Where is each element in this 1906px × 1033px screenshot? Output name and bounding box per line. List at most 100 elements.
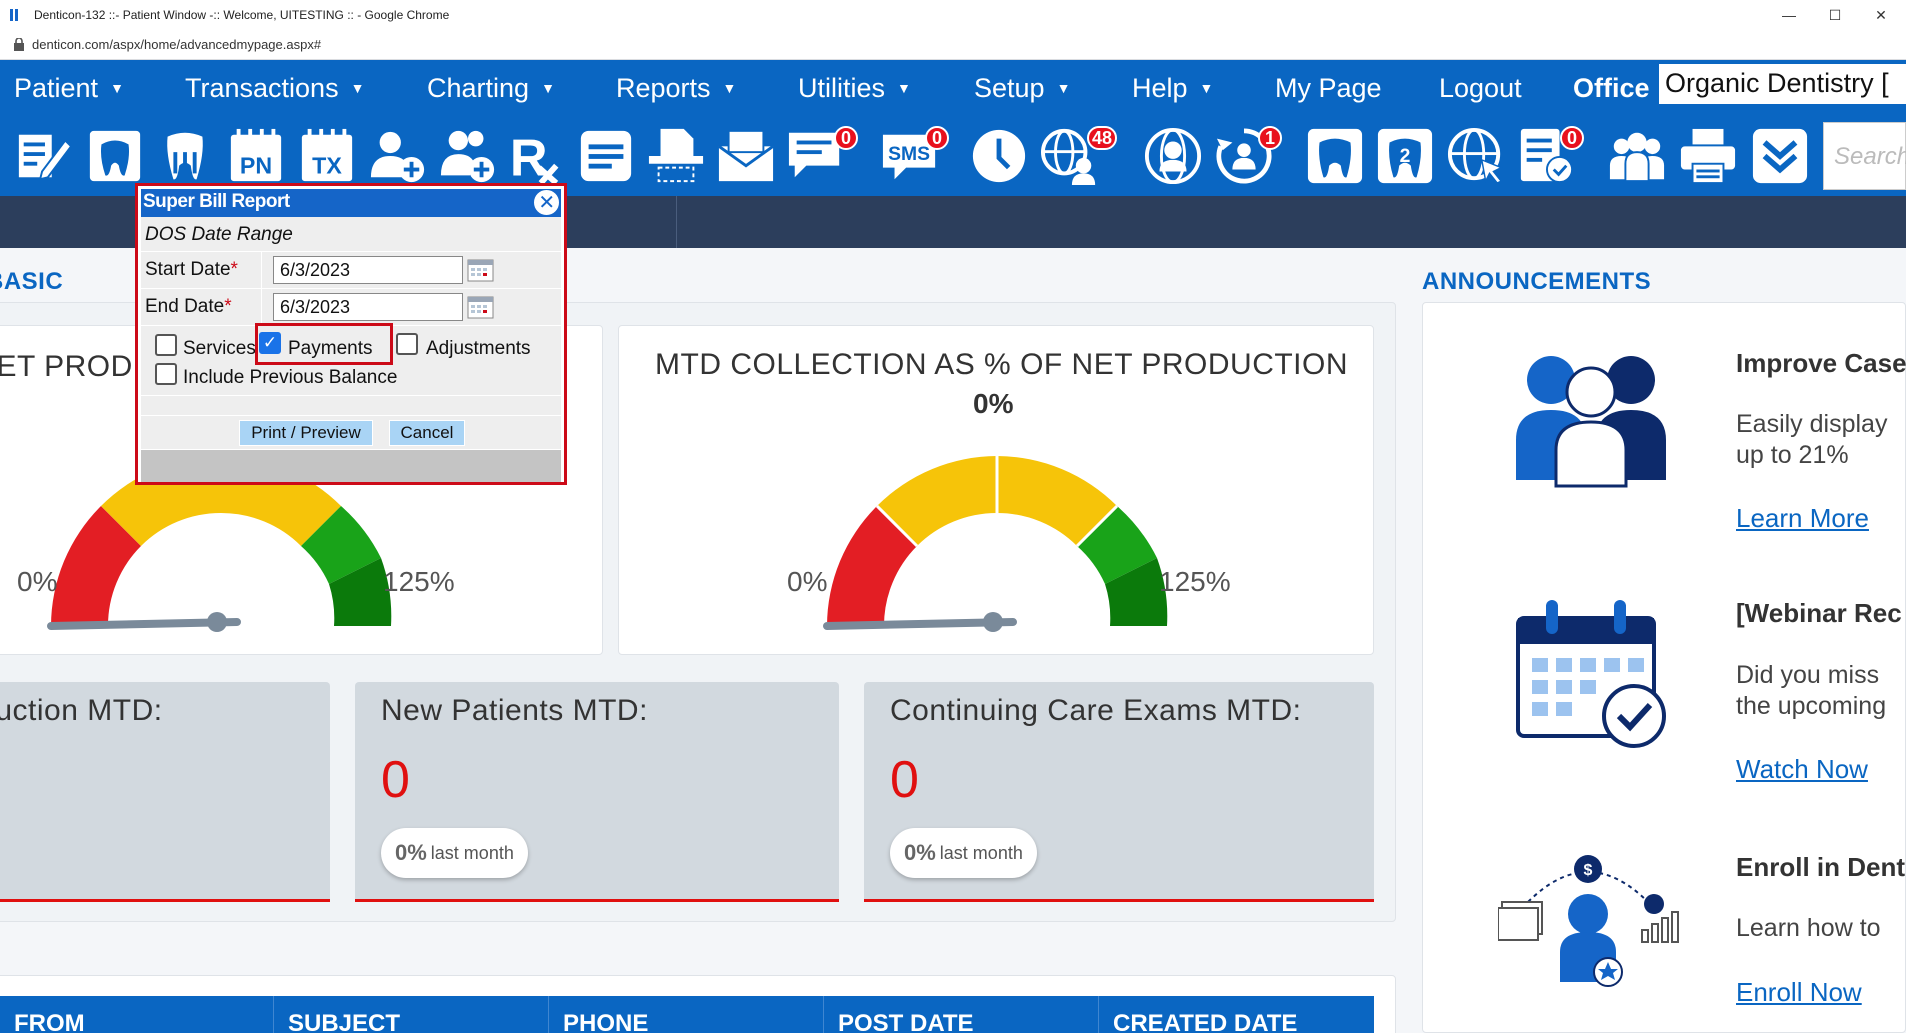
tooth-number-icon[interactable]: 2 <box>1373 122 1437 190</box>
announcement-text: Did you miss <box>1736 661 1880 689</box>
menu-help[interactable]: Help ▼ <box>1132 60 1213 116</box>
tooth-chart-icon[interactable] <box>83 122 147 190</box>
adjustments-checkbox[interactable] <box>396 333 418 355</box>
svg-text:TX: TX <box>312 152 342 178</box>
window-title: Denticon-132 ::- Patient Window -:: Welc… <box>34 8 450 22</box>
dialog-footer <box>141 450 561 482</box>
column-header-phone[interactable]: PHONE <box>548 996 648 1033</box>
web-link-icon[interactable] <box>1444 122 1508 190</box>
scan-document-icon[interactable] <box>644 122 708 190</box>
watch-now-link[interactable]: Watch Now <box>1736 754 1868 785</box>
calendar-check-icon <box>1516 600 1666 748</box>
add-family-icon[interactable] <box>436 122 500 190</box>
gauge-needle-hub <box>983 612 1003 632</box>
minimize-button[interactable]: — <box>1766 0 1812 30</box>
enrollment-icon: $ <box>1498 855 1679 987</box>
adjustments-label: Adjustments <box>426 338 531 359</box>
tooth-icon[interactable] <box>1303 122 1367 190</box>
tooth-procedure-icon[interactable] <box>153 122 217 190</box>
maximize-button[interactable]: ☐ <box>1812 0 1858 30</box>
main-menu-bar: Patient ▼ Transactions ▼ Charting ▼ Reports… <box>0 60 1906 116</box>
print-icon[interactable] <box>1676 122 1740 190</box>
column-header-from[interactable]: FROM <box>0 996 85 1033</box>
column-header-post-date[interactable]: POST DATE <box>823 996 974 1033</box>
prescription-icon[interactable]: R <box>503 122 567 190</box>
start-date-label: Start Date* <box>145 259 238 280</box>
spacer-row <box>141 396 561 416</box>
divider <box>261 252 262 289</box>
caret-down-icon: ▼ <box>541 80 555 96</box>
column-header-subject[interactable]: SUBJECT <box>273 996 400 1033</box>
menu-logout[interactable]: Logout <box>1439 60 1522 116</box>
svg-text:2: 2 <box>1400 146 1411 167</box>
payments-highlight-box <box>255 323 393 365</box>
include-previous-balance-label: Include Previous Balance <box>183 367 398 388</box>
announcement-title: Improve Case <box>1736 348 1906 378</box>
divider <box>676 196 677 248</box>
note-icon[interactable] <box>574 122 638 190</box>
dos-date-range-label: DOS Date Range <box>145 224 293 245</box>
treatment-plan-icon[interactable]: TX <box>295 122 359 190</box>
divider <box>261 289 262 326</box>
menu-setup[interactable]: Setup ▼ <box>974 60 1070 116</box>
menu-transactions[interactable]: Transactions ▼ <box>185 60 364 116</box>
toolbar-search-input[interactable]: Search <box>1823 122 1906 190</box>
cancel-button[interactable]: Cancel <box>389 420 465 446</box>
app-icon <box>10 9 18 21</box>
close-window-button[interactable]: ✕ <box>1858 0 1904 30</box>
menu-patient[interactable]: Patient ▼ <box>14 60 124 116</box>
stat-title: Continuing Care Exams MTD: <box>890 694 1302 727</box>
mail-icon[interactable] <box>714 122 778 190</box>
announcement-text: Learn how to <box>1736 914 1881 942</box>
menu-reports[interactable]: Reports ▼ <box>616 60 736 116</box>
announcement-title: Enroll in Dent <box>1736 852 1905 882</box>
gauge-card-collection: MTD COLLECTION AS % OF NET PRODUCTION 0%… <box>618 325 1374 655</box>
edit-patient-icon[interactable] <box>12 122 76 190</box>
forms-badge: 0 <box>1560 126 1584 150</box>
section-title-basic: BASIC <box>0 268 64 295</box>
start-date-row: Start Date* 6/3/2023 <box>141 252 561 289</box>
announcement-text: the upcoming <box>1736 692 1887 720</box>
end-date-input[interactable]: 6/3/2023 <box>273 293 463 321</box>
print-preview-button[interactable]: Print / Preview <box>239 420 373 446</box>
gauge-min-label: 0% <box>787 566 828 597</box>
svg-text:PN: PN <box>240 152 272 178</box>
calendar-icon[interactable] <box>467 294 495 320</box>
svg-text:R: R <box>510 129 548 185</box>
close-icon[interactable]: ✕ <box>534 190 559 215</box>
svg-text:$: $ <box>1584 862 1593 879</box>
learn-more-link[interactable]: Learn More <box>1736 503 1869 534</box>
patient-portal-icon[interactable] <box>1141 122 1205 190</box>
include-previous-balance-checkbox[interactable] <box>155 363 177 385</box>
expand-down-icon[interactable] <box>1748 122 1812 190</box>
gauge-needle-hub <box>207 612 227 632</box>
caret-down-icon: ▼ <box>350 80 365 96</box>
group-icon[interactable] <box>1605 122 1669 190</box>
end-date-row: End Date* 6/3/2023 <box>141 289 561 326</box>
services-checkbox[interactable] <box>155 334 177 356</box>
messages-badge: 0 <box>834 126 858 150</box>
office-selector[interactable]: Organic Dentistry [ <box>1659 64 1906 104</box>
gauge-title: MTD COLLECTION AS % OF NET PRODUCTION <box>655 348 1349 381</box>
browser-titlebar: Denticon-132 ::- Patient Window -:: Welc… <box>0 0 1906 30</box>
address-bar[interactable]: denticon.com/aspx/home/advancedmypage.as… <box>0 30 1906 60</box>
gauge-max-label: 125% <box>383 566 455 597</box>
url-text: denticon.com/aspx/home/advancedmypage.as… <box>32 37 322 52</box>
progress-notes-icon[interactable]: PN <box>224 122 288 190</box>
column-header-created-date[interactable]: CREATED DATE <box>1098 996 1297 1033</box>
end-date-label: End Date* <box>145 296 232 317</box>
add-patient-icon[interactable] <box>366 122 430 190</box>
gauge-max-label: 125% <box>1159 566 1231 597</box>
start-date-input[interactable]: 6/3/2023 <box>273 256 463 284</box>
menu-utilities[interactable]: Utilities ▼ <box>798 60 911 116</box>
caret-down-icon: ▼ <box>722 80 737 96</box>
announcement-text: up to 21% <box>1736 441 1849 469</box>
calendar-icon[interactable] <box>467 257 495 283</box>
clock-icon[interactable] <box>967 122 1031 190</box>
menu-my-page[interactable]: My Page <box>1275 60 1382 116</box>
gauge-value: 0% <box>973 388 1014 419</box>
menu-charting[interactable]: Charting ▼ <box>427 60 555 116</box>
messages-table-header: FROM SUBJECT PHONE POST DATE CREATED DAT… <box>0 996 1374 1033</box>
enroll-now-link[interactable]: Enroll Now <box>1736 977 1862 1008</box>
stat-card-new-patients: New Patients MTD: 0 0% last month <box>355 682 839 902</box>
